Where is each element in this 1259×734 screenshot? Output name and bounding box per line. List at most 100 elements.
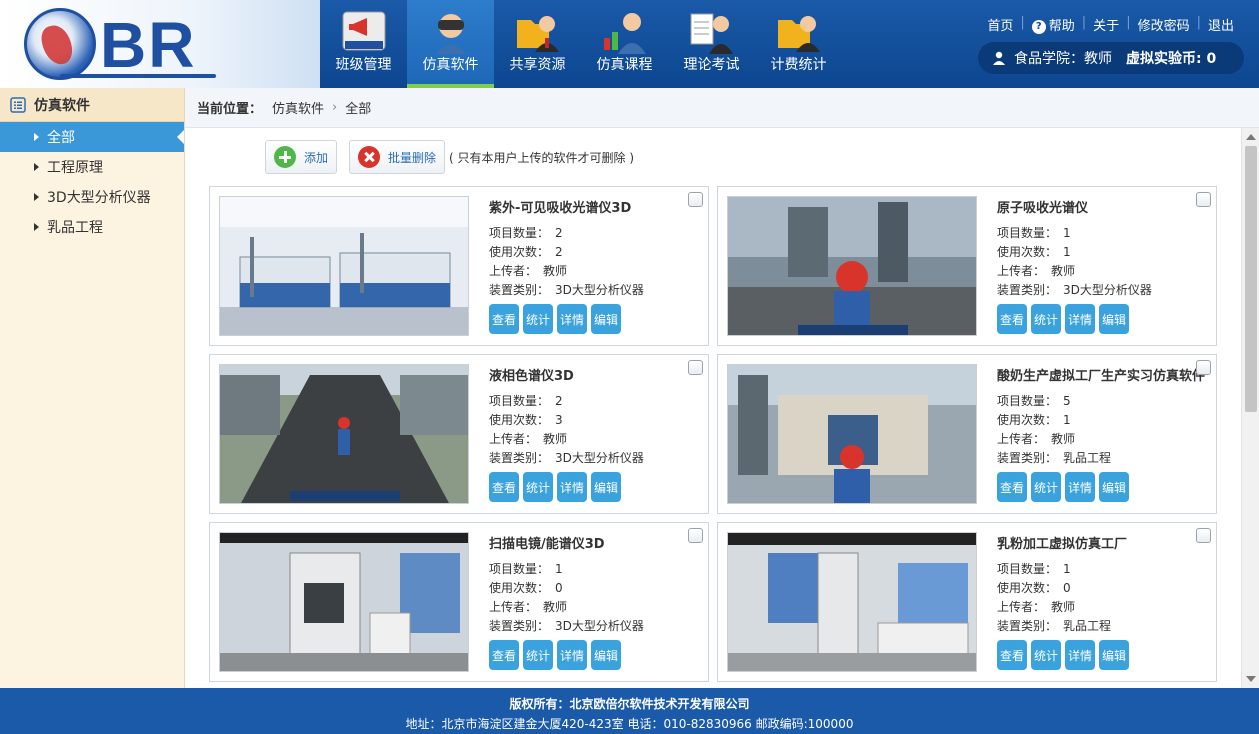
change-password-link[interactable]: 修改密码 [1131, 15, 1197, 34]
nav-item-shared-resources[interactable]: 共享资源 [494, 0, 581, 88]
software-thumbnail[interactable] [727, 364, 977, 504]
category-value: 3D大型分析仪器 [555, 451, 644, 465]
sidebar-item-all[interactable]: 全部 [0, 122, 184, 152]
sidebar-item-dairy-engineering[interactable]: 乳品工程 [0, 212, 184, 242]
sidebar: 仿真软件 全部 工程原理 3D大型分析仪器 乳品工程 [0, 88, 185, 688]
home-link[interactable]: 首页 [980, 15, 1020, 34]
add-button[interactable]: 添加 [265, 140, 338, 174]
category-value: 3D大型分析仪器 [555, 619, 644, 633]
projects-value: 1 [555, 562, 563, 576]
stats-button[interactable]: 统计 [523, 472, 553, 502]
detail-button[interactable]: 详情 [557, 472, 587, 502]
sidebar-item-engineering-principles[interactable]: 工程原理 [0, 152, 184, 182]
nav-item-class-management[interactable]: 班级管理 [320, 0, 407, 88]
plus-icon [274, 146, 296, 168]
software-card: 扫描电镜/能谱仪3D 项目数量： 1 使用次数： 0 上传者： 教师 装置类别： 3D大… [209, 522, 709, 682]
nav-item-billing-statistics[interactable]: 计费统计 [755, 0, 842, 88]
detail-button[interactable]: 详情 [557, 640, 587, 670]
select-checkbox[interactable] [688, 192, 703, 207]
software-thumbnail[interactable] [219, 196, 469, 336]
user-icon [993, 51, 1005, 65]
breadcrumb-item[interactable]: 仿真软件 [272, 98, 324, 117]
field-label: 项目数量： [489, 226, 550, 240]
app-header: BR 班级管理 仿真软件 共享资源 仿真课程 理论考试 计费统计 首页 | ? … [0, 0, 1259, 88]
stats-button[interactable]: 统计 [1031, 472, 1061, 502]
field-label: 项目数量： [489, 394, 550, 408]
logout-link[interactable]: 退出 [1201, 15, 1241, 34]
field-label: 项目数量： [997, 394, 1058, 408]
field-label: 上传者： [997, 432, 1046, 446]
edit-button[interactable]: 编辑 [591, 640, 621, 670]
about-link[interactable]: 关于 [1086, 15, 1126, 34]
select-checkbox[interactable] [1196, 192, 1211, 207]
edit-button[interactable]: 编辑 [1099, 304, 1129, 334]
select-checkbox[interactable] [1196, 360, 1211, 375]
category-value: 乳品工程 [1063, 451, 1112, 465]
nav-label: 共享资源 [509, 57, 566, 73]
breadcrumb-item: 全部 [345, 102, 372, 117]
sidebar-item-3d-instruments[interactable]: 3D大型分析仪器 [0, 182, 184, 212]
nav-label: 仿真课程 [596, 57, 653, 73]
logo[interactable]: BR [0, 0, 320, 88]
card-actions: 查看 统计 详情 编辑 [489, 304, 703, 334]
software-title: 酸奶生产虚拟工厂生产实习仿真软件 [997, 369, 1206, 384]
software-card: 酸奶生产虚拟工厂生产实习仿真软件 项目数量： 5 使用次数： 1 上传者： 教师 装置… [717, 354, 1217, 514]
sidebar-item-label: 工程原理 [47, 160, 103, 176]
nav-item-simulation-course[interactable]: 仿真课程 [581, 0, 668, 88]
select-checkbox[interactable] [688, 528, 703, 543]
scrollbar-thumb[interactable] [1245, 146, 1257, 412]
view-button[interactable]: 查看 [489, 472, 519, 502]
edit-button[interactable]: 编辑 [591, 304, 621, 334]
select-checkbox[interactable] [1196, 528, 1211, 543]
help-label: 帮助 [1048, 19, 1075, 34]
view-button[interactable]: 查看 [489, 304, 519, 334]
stats-button[interactable]: 统计 [523, 304, 553, 334]
stats-button[interactable]: 统计 [523, 640, 553, 670]
software-title: 紫外-可见吸收光谱仪3D [489, 201, 632, 216]
batch-delete-button[interactable]: 批量删除 [349, 140, 446, 174]
uploader-row: 上传者： 教师 [489, 430, 703, 449]
detail-button[interactable]: 详情 [1065, 304, 1095, 334]
stats-button[interactable]: 统计 [1031, 640, 1061, 670]
nav-item-theory-exam[interactable]: 理论考试 [668, 0, 755, 88]
copyright: 版权所有：北京欧倍尔软件技术开发有限公司 [509, 697, 750, 711]
footer: 版权所有：北京欧倍尔软件技术开发有限公司 地址：北京市海淀区建金大厦420-42… [0, 688, 1259, 734]
folder-billing-icon [778, 16, 820, 52]
field-label: 上传者： [489, 264, 538, 278]
scroll-down-icon[interactable] [1246, 676, 1256, 682]
add-label: 添加 [304, 150, 329, 165]
select-checkbox[interactable] [688, 360, 703, 375]
software-thumbnail[interactable] [727, 532, 977, 672]
view-button[interactable]: 查看 [997, 472, 1027, 502]
user-label: 食品学院：教师 [1014, 51, 1112, 67]
field-label: 装置类别： [997, 619, 1058, 633]
edit-button[interactable]: 编辑 [591, 472, 621, 502]
software-thumbnail[interactable] [219, 364, 469, 504]
logo-text: BR [100, 9, 197, 81]
nav-item-simulation-software[interactable]: 仿真软件 [407, 0, 494, 88]
edit-button[interactable]: 编辑 [1099, 472, 1129, 502]
caret-right-icon [34, 223, 39, 231]
view-button[interactable]: 查看 [997, 640, 1027, 670]
factory-scene-image [728, 197, 976, 335]
sidebar-item-label: 全部 [47, 130, 75, 146]
vertical-scrollbar[interactable] [1241, 128, 1259, 688]
breadcrumb-label: 当前位置： [197, 102, 263, 117]
view-button[interactable]: 查看 [489, 640, 519, 670]
detail-button[interactable]: 详情 [1065, 640, 1095, 670]
field-label: 装置类别： [489, 451, 550, 465]
edit-button[interactable]: 编辑 [1099, 640, 1129, 670]
software-title: 扫描电镜/能谱仪3D [489, 537, 605, 552]
software-thumbnail[interactable] [727, 196, 977, 336]
software-info: 原子吸收光谱仪 项目数量： 1 使用次数： 1 上传者： 教师 装置类别： 3D大型分析… [997, 197, 1211, 334]
detail-button[interactable]: 详情 [557, 304, 587, 334]
software-card: 乳粉加工虚拟仿真工厂 项目数量： 1 使用次数： 0 上传者： 教师 装置类别： 乳品工… [717, 522, 1217, 682]
scroll-up-icon[interactable] [1246, 134, 1256, 140]
software-thumbnail[interactable] [219, 532, 469, 672]
detail-button[interactable]: 详情 [1065, 472, 1095, 502]
category-row: 装置类别： 乳品工程 [997, 617, 1211, 636]
road-scene-image [220, 365, 468, 503]
view-button[interactable]: 查看 [997, 304, 1027, 334]
help-link[interactable]: ? 帮助 [1025, 15, 1082, 34]
stats-button[interactable]: 统计 [1031, 304, 1061, 334]
